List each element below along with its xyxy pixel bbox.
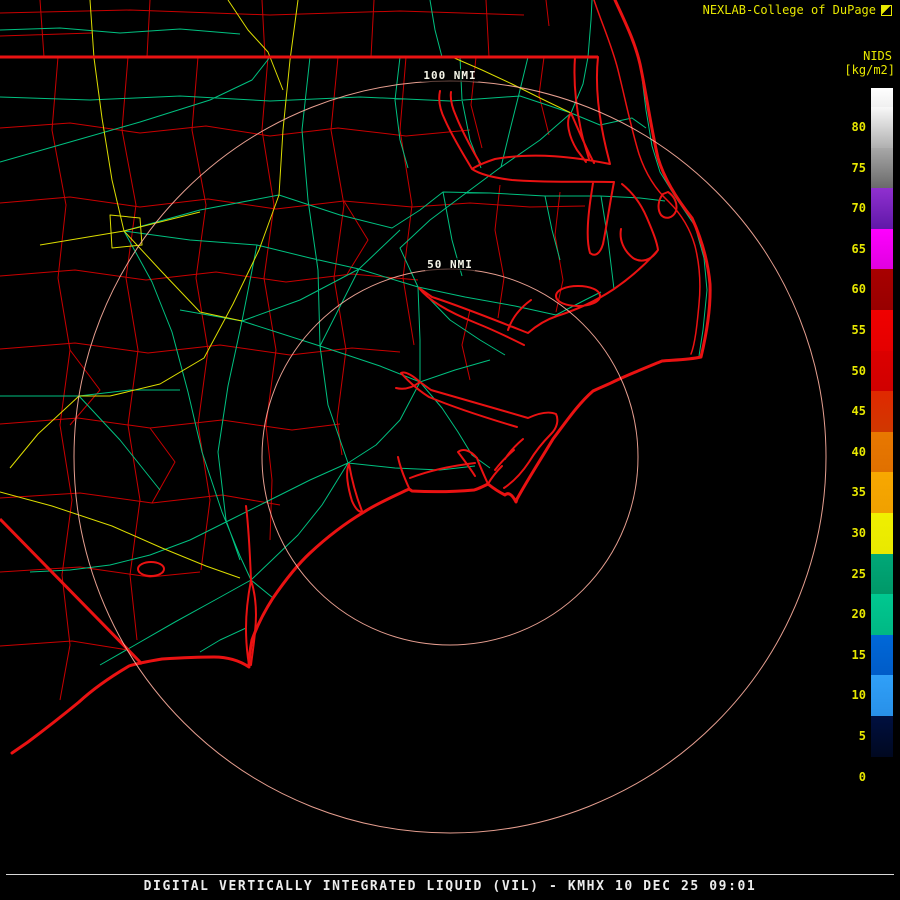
- brand-text: NEXLAB-College of DuPage: [702, 3, 876, 17]
- range-ring-100nmi: [73, 80, 827, 834]
- colorbar-segment-70: [871, 188, 893, 229]
- colorbar-segment-65: [871, 228, 893, 270]
- roads-green: [0, 0, 708, 666]
- colorbar-tick-10: 10: [851, 688, 866, 703]
- colorbar-segment-80: [871, 107, 893, 148]
- colorbar-segment-60: [871, 269, 893, 310]
- range-rings: [73, 80, 827, 834]
- colorbar-tick-65: 65: [851, 241, 866, 256]
- colorbar-tick-25: 25: [851, 566, 866, 581]
- radar-display: NEXLAB-College of DuPage NIDS [kg/m2] 10…: [0, 0, 900, 900]
- colorbar-segment-5: [871, 716, 893, 757]
- colorbar-tick-60: 60: [851, 282, 866, 297]
- colorbar-tick-15: 15: [851, 647, 866, 662]
- colorbar-tick-45: 45: [851, 404, 866, 419]
- colorbar-tick-75: 75: [851, 160, 866, 175]
- colorbar-tick-80: 80: [851, 120, 866, 134]
- range-ring-50nmi: [261, 268, 639, 646]
- roads-yellow: [0, 0, 572, 579]
- colorbar: [871, 88, 893, 798]
- colorbar-segment-40: [871, 431, 893, 473]
- product-code: NIDS: [863, 49, 892, 63]
- colorbar-labels: 80 75 70 65 60 55 50 45 40 35 30 25 20 15 10 5 0: [826, 88, 866, 798]
- units-label: [kg/m2]: [844, 63, 895, 77]
- colorbar-tick-50: 50: [851, 363, 866, 378]
- colorbar-segment-50: [871, 350, 893, 392]
- colorbar-tick-30: 30: [851, 526, 866, 540]
- colorbar-tick-0: 0: [858, 769, 866, 784]
- radar-map: [0, 0, 827, 834]
- ring-label-100nmi: 100 NMI: [421, 69, 479, 82]
- product-title: DIGITAL VERTICALLY INTEGRATED LIQUID (VI…: [143, 879, 757, 894]
- colorbar-segment-15: [871, 634, 893, 676]
- colorbar-segment-75: [871, 147, 893, 189]
- colorbar-segment-20: [871, 594, 893, 635]
- nc-sc-border: [0, 517, 144, 666]
- colorbar-tick-35: 35: [851, 485, 866, 500]
- colorbar-segment-55: [871, 310, 893, 351]
- colorbar-tick-20: 20: [851, 607, 866, 622]
- colorbar-segment-0: [871, 756, 893, 798]
- colorbar-tick-55: 55: [851, 323, 866, 337]
- colorbar-tick-5: 5: [858, 729, 866, 743]
- cod-logo-icon: [881, 5, 892, 16]
- colorbar-segment-35: [871, 472, 893, 513]
- colorbar-segment-cap: [871, 88, 893, 107]
- colorbar-tick-70: 70: [851, 201, 866, 216]
- colorbar-segment-10: [871, 675, 893, 716]
- colorbar-segment-25: [871, 553, 893, 595]
- footer-divider: [6, 874, 894, 875]
- ring-label-50nmi: 50 NMI: [425, 258, 475, 271]
- state-borders: [0, 55, 598, 666]
- colorbar-segment-30: [871, 513, 893, 554]
- colorbar-tick-40: 40: [851, 444, 866, 459]
- colorbar-segment-45: [871, 391, 893, 432]
